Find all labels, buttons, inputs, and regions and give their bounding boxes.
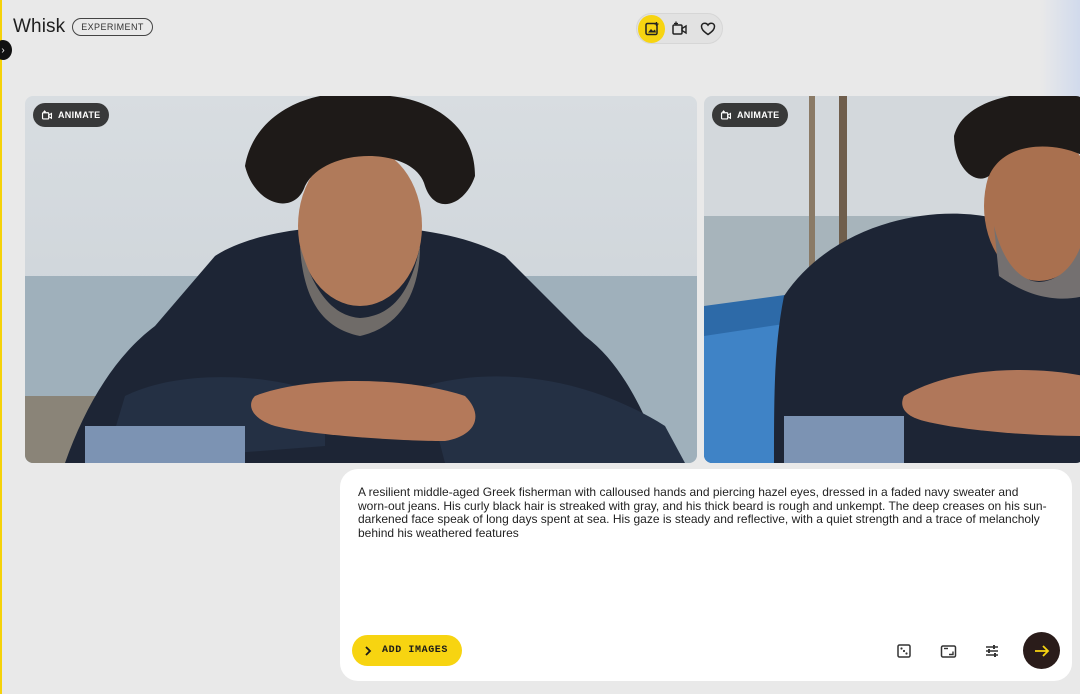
video-mode-button[interactable] <box>666 15 693 43</box>
video-icon <box>672 21 688 35</box>
randomize-button[interactable] <box>892 639 916 663</box>
dice-icon <box>897 644 911 658</box>
aspect-ratio-button[interactable] <box>936 639 960 663</box>
aspect-ratio-icon <box>940 644 956 658</box>
chevron-right-icon: › <box>1 44 5 56</box>
video-icon <box>41 109 53 120</box>
prompt-panel: A resilient middle-aged Greek fisherman … <box>340 469 1072 681</box>
left-accent-bar <box>0 0 2 694</box>
animate-button[interactable]: ANIMATE <box>712 103 789 127</box>
generated-image-card[interactable]: ANIMATE <box>25 96 697 463</box>
app-header: Whisk EXPERIMENT <box>13 16 153 38</box>
settings-button[interactable] <box>980 639 1004 663</box>
generated-image-card[interactable]: ANIMATE <box>704 96 1080 463</box>
mode-switch <box>636 13 723 44</box>
arrow-right-icon <box>1034 644 1049 657</box>
app-title: Whisk <box>13 16 66 37</box>
animate-button[interactable]: ANIMATE <box>33 103 110 127</box>
add-images-button[interactable]: ADD IMAGES <box>352 635 463 666</box>
image-mode-button[interactable] <box>638 14 666 43</box>
settings-sliders-icon <box>986 645 998 657</box>
video-icon <box>720 109 732 120</box>
heart-icon <box>701 21 716 35</box>
generated-image <box>25 96 697 463</box>
sidebar-toggle-button[interactable]: › <box>0 40 12 60</box>
animate-label: ANIMATE <box>58 110 101 120</box>
image-gallery: ANIMATE ANIMATE <box>25 96 1080 463</box>
animate-label: ANIMATE <box>737 110 780 120</box>
generated-image <box>704 96 1080 463</box>
favorites-button[interactable] <box>695 15 722 43</box>
chevron-right-icon <box>365 645 372 656</box>
submit-button[interactable] <box>1023 632 1060 669</box>
experiment-badge: EXPERIMENT <box>72 18 153 36</box>
image-icon <box>644 21 659 35</box>
add-images-label: ADD IMAGES <box>382 645 449 656</box>
prompt-input[interactable]: A resilient middle-aged Greek fisherman … <box>358 485 1048 540</box>
